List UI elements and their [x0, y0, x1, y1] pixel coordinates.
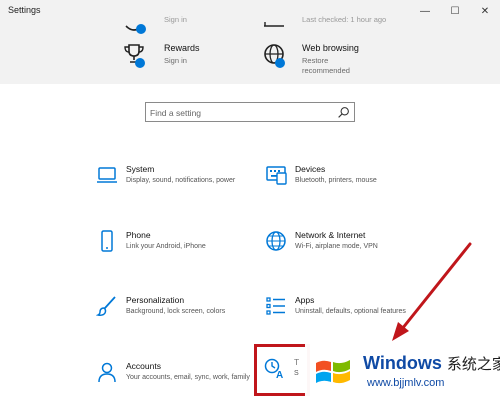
watermark: Windows 系统之家 www.bjjmlv.com	[305, 344, 500, 396]
annotation-arrow	[392, 242, 472, 341]
highlight-box	[254, 344, 310, 396]
watermark-brand: Windows 系统之家	[363, 353, 500, 373]
windows-logo-icon	[316, 360, 350, 384]
watermark-url: www.bjjmlv.com	[367, 377, 445, 389]
